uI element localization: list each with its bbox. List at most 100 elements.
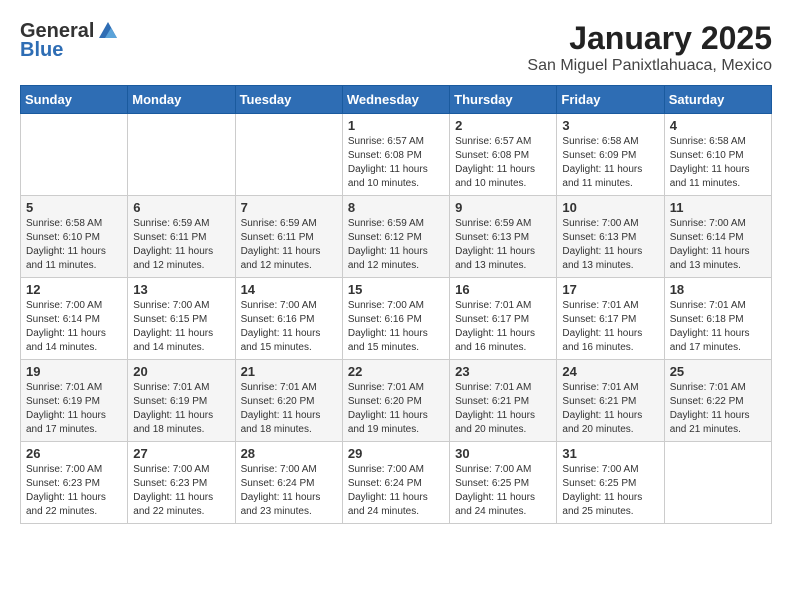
day-number: 26 [26,446,122,461]
day-number: 30 [455,446,551,461]
day-info: Sunrise: 7:00 AMSunset: 6:25 PMDaylight:… [562,463,658,519]
calendar-cell: 14Sunrise: 7:00 AMSunset: 6:16 PMDayligh… [235,278,342,360]
weekday-header-wednesday: Wednesday [342,86,449,114]
calendar-cell [664,442,771,524]
page-header: General Blue January 2025 San Miguel Pan… [20,20,772,75]
day-info: Sunrise: 7:01 AMSunset: 6:17 PMDaylight:… [562,299,658,355]
day-number: 9 [455,200,551,215]
day-number: 12 [26,282,122,297]
logo: General Blue [20,20,119,62]
day-number: 16 [455,282,551,297]
weekday-header-saturday: Saturday [664,86,771,114]
calendar-cell: 12Sunrise: 7:00 AMSunset: 6:14 PMDayligh… [21,278,128,360]
day-number: 28 [241,446,337,461]
calendar-week-row: 19 Sunrise: 7:01 AMSunset: 6:19 PMDayligh… [21,360,772,442]
day-info: Sunrise: 7:01 AMSunset: 6:21 PMDaylight:… [562,381,658,437]
calendar-cell: 19 Sunrise: 7:01 AMSunset: 6:19 PMDayligh… [21,360,128,442]
calendar-cell: 13Sunrise: 7:00 AMSunset: 6:15 PMDayligh… [128,278,235,360]
day-info: Sunrise: 7:01 AMSunset: 6:19 PMDaylight:… [133,381,229,437]
calendar-week-row: 12Sunrise: 7:00 AMSunset: 6:14 PMDayligh… [21,278,772,360]
calendar-cell: 29Sunrise: 7:00 AMSunset: 6:24 PMDayligh… [342,442,449,524]
day-number: 18 [670,282,766,297]
day-number: 5 [26,200,122,215]
calendar-cell: 5 Sunrise: 6:58 AMSunset: 6:10 PMDaylight… [21,196,128,278]
day-info: Sunrise: 6:59 AMSunset: 6:12 PMDaylight:… [348,217,444,273]
calendar-cell: 28Sunrise: 7:00 AMSunset: 6:24 PMDayligh… [235,442,342,524]
day-info: Sunrise: 6:57 AMSunset: 6:08 PMDaylight:… [455,135,551,191]
day-info: Sunrise: 7:00 AMSunset: 6:24 PMDaylight:… [348,463,444,519]
day-info: Sunrise: 7:01 AMSunset: 6:19 PMDaylight:… [26,381,122,437]
day-info: Sunrise: 7:01 AMSunset: 6:22 PMDaylight:… [670,381,766,437]
day-info: Sunrise: 7:01 AMSunset: 6:18 PMDaylight:… [670,299,766,355]
day-number: 17 [562,282,658,297]
calendar-cell: 7 Sunrise: 6:59 AMSunset: 6:11 PMDaylight… [235,196,342,278]
day-number: 23 [455,364,551,379]
calendar-cell: 17 Sunrise: 7:01 AMSunset: 6:17 PMDayligh… [557,278,664,360]
day-number: 24 [562,364,658,379]
day-info: Sunrise: 6:58 AMSunset: 6:10 PMDaylight:… [26,217,122,273]
calendar-cell: 30 Sunrise: 7:00 AMSunset: 6:25 PMDayligh… [450,442,557,524]
day-number: 25 [670,364,766,379]
day-info: Sunrise: 7:00 AMSunset: 6:13 PMDaylight:… [562,217,658,273]
calendar-cell: 31 Sunrise: 7:00 AMSunset: 6:25 PMDayligh… [557,442,664,524]
calendar-table: SundayMondayTuesdayWednesdayThursdayFrid… [20,85,772,524]
day-number: 27 [133,446,229,461]
day-number: 1 [348,118,444,133]
title-section: January 2025 San Miguel Panixtlahuaca, M… [527,20,772,75]
calendar-header: SundayMondayTuesdayWednesdayThursdayFrid… [21,86,772,114]
calendar-cell: 9 Sunrise: 6:59 AMSunset: 6:13 PMDaylight… [450,196,557,278]
calendar-cell: 26 Sunrise: 7:00 AMSunset: 6:23 PMDayligh… [21,442,128,524]
calendar-cell: 10Sunrise: 7:00 AMSunset: 6:13 PMDayligh… [557,196,664,278]
day-info: Sunrise: 7:00 AMSunset: 6:15 PMDaylight:… [133,299,229,355]
day-info: Sunrise: 6:58 AMSunset: 6:10 PMDaylight:… [670,135,766,191]
day-info: Sunrise: 6:59 AMSunset: 6:13 PMDaylight:… [455,217,551,273]
day-number: 20 [133,364,229,379]
day-number: 11 [670,200,766,215]
day-number: 15 [348,282,444,297]
calendar-cell: 1 Sunrise: 6:57 AMSunset: 6:08 PMDaylight… [342,114,449,196]
calendar-cell [128,114,235,196]
day-number: 14 [241,282,337,297]
calendar-cell: 23 Sunrise: 7:01 AMSunset: 6:21 PMDayligh… [450,360,557,442]
day-info: Sunrise: 7:00 AMSunset: 6:23 PMDaylight:… [26,463,122,519]
day-number: 4 [670,118,766,133]
calendar-cell [235,114,342,196]
weekday-header-tuesday: Tuesday [235,86,342,114]
calendar-cell: 21Sunrise: 7:01 AMSunset: 6:20 PMDayligh… [235,360,342,442]
day-number: 6 [133,200,229,215]
calendar-cell: 18 Sunrise: 7:01 AMSunset: 6:18 PMDayligh… [664,278,771,360]
calendar-cell: 4 Sunrise: 6:58 AMSunset: 6:10 PMDaylight… [664,114,771,196]
calendar-cell: 25 Sunrise: 7:01 AMSunset: 6:22 PMDayligh… [664,360,771,442]
logo-blue-text: Blue [20,39,63,62]
logo-icon [97,20,119,42]
day-number: 31 [562,446,658,461]
calendar-title: January 2025 [527,20,772,57]
weekday-header-row: SundayMondayTuesdayWednesdayThursdayFrid… [21,86,772,114]
weekday-header-thursday: Thursday [450,86,557,114]
day-info: Sunrise: 7:00 AMSunset: 6:14 PMDaylight:… [670,217,766,273]
calendar-subtitle: San Miguel Panixtlahuaca, Mexico [527,57,772,75]
day-number: 7 [241,200,337,215]
calendar-cell: 20 Sunrise: 7:01 AMSunset: 6:19 PMDayligh… [128,360,235,442]
calendar-cell: 16 Sunrise: 7:01 AMSunset: 6:17 PMDayligh… [450,278,557,360]
day-number: 2 [455,118,551,133]
calendar-week-row: 1 Sunrise: 6:57 AMSunset: 6:08 PMDaylight… [21,114,772,196]
day-number: 19 [26,364,122,379]
calendar-cell: 22Sunrise: 7:01 AMSunset: 6:20 PMDayligh… [342,360,449,442]
day-info: Sunrise: 6:57 AMSunset: 6:08 PMDaylight:… [348,135,444,191]
day-info: Sunrise: 7:00 AMSunset: 6:23 PMDaylight:… [133,463,229,519]
calendar-cell [21,114,128,196]
day-number: 8 [348,200,444,215]
day-info: Sunrise: 7:01 AMSunset: 6:17 PMDaylight:… [455,299,551,355]
weekday-header-friday: Friday [557,86,664,114]
calendar-cell: 24 Sunrise: 7:01 AMSunset: 6:21 PMDayligh… [557,360,664,442]
day-info: Sunrise: 6:59 AMSunset: 6:11 PMDaylight:… [241,217,337,273]
calendar-cell: 27 Sunrise: 7:00 AMSunset: 6:23 PMDayligh… [128,442,235,524]
calendar-cell: 3Sunrise: 6:58 AMSunset: 6:09 PMDaylight… [557,114,664,196]
calendar-week-row: 5 Sunrise: 6:58 AMSunset: 6:10 PMDaylight… [21,196,772,278]
day-info: Sunrise: 7:01 AMSunset: 6:21 PMDaylight:… [455,381,551,437]
day-info: Sunrise: 7:00 AMSunset: 6:25 PMDaylight:… [455,463,551,519]
day-info: Sunrise: 6:58 AMSunset: 6:09 PMDaylight:… [562,135,658,191]
weekday-header-monday: Monday [128,86,235,114]
day-info: Sunrise: 6:59 AMSunset: 6:11 PMDaylight:… [133,217,229,273]
